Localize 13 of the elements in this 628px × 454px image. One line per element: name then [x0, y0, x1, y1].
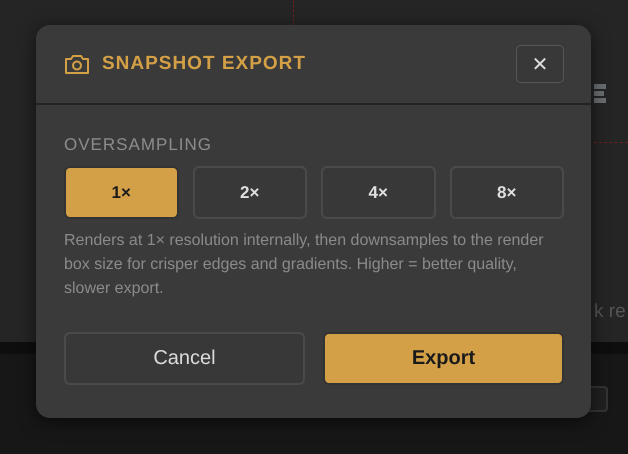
description-text: Renders at 1× resolution internally, then downsamples to the render box size for crisper edges and gradients. Higher = better quality, slower export. — [64, 231, 545, 299]
oversampling-option[interactable]: 1× — [64, 166, 178, 219]
oversampling-option[interactable]: 2× — [192, 166, 307, 219]
close-button[interactable]: ✕ — [516, 45, 564, 83]
section-label: OVERSAMPLING — [64, 135, 214, 155]
cancel-button[interactable]: Cancel — [64, 332, 305, 385]
oversampling-option[interactable]: 4× — [321, 166, 436, 219]
camera-icon — [64, 53, 90, 75]
dialog-title: SNAPSHOT EXPORT — [102, 53, 306, 75]
oversampling-option[interactable]: 8× — [450, 166, 564, 219]
menu-icon — [594, 84, 606, 104]
guide-line — [594, 142, 628, 143]
export-button[interactable]: Export — [323, 332, 564, 385]
